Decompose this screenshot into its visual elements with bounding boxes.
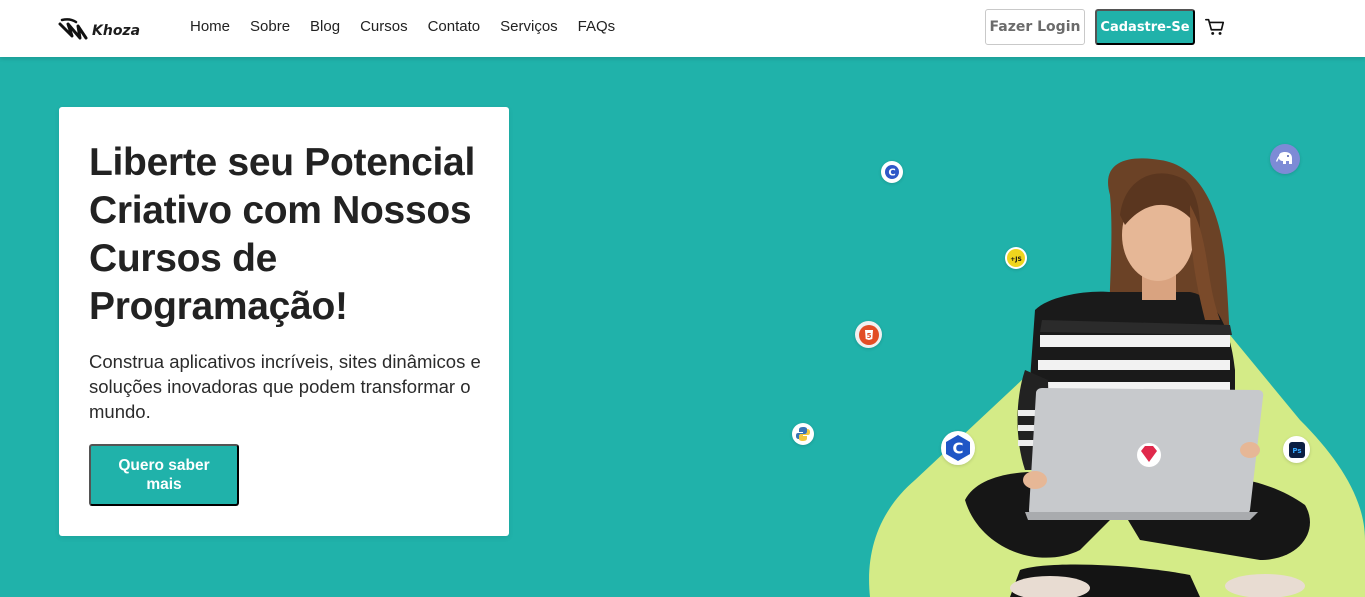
c-icon: C bbox=[881, 161, 903, 183]
signup-button[interactable]: Cadastre-Se bbox=[1095, 9, 1195, 45]
nav-cursos[interactable]: Cursos bbox=[360, 18, 408, 35]
svg-text:C: C bbox=[888, 168, 895, 179]
nav-blog[interactable]: Blog bbox=[310, 18, 340, 35]
svg-text:5: 5 bbox=[866, 332, 871, 340]
nav-home[interactable]: Home bbox=[190, 18, 230, 35]
html5-icon: 5 bbox=[855, 321, 882, 348]
cta-button[interactable]: Quero saber mais bbox=[89, 444, 239, 506]
khoza-logo-icon bbox=[58, 18, 88, 40]
cart-icon[interactable] bbox=[1204, 16, 1226, 38]
svg-text:+JS: +JS bbox=[1010, 256, 1022, 263]
nav-contato[interactable]: Contato bbox=[428, 18, 481, 35]
hero-subtitle: Construa aplicativos incríveis, sites di… bbox=[89, 351, 481, 422]
hero-illustration: C +JS 5 C Ps bbox=[780, 120, 1365, 597]
python-icon bbox=[792, 423, 814, 445]
photoshop-icon: Ps bbox=[1283, 436, 1310, 463]
c-large-icon: C bbox=[941, 431, 975, 465]
nav-servicos[interactable]: Serviços bbox=[500, 18, 558, 35]
brand-logo[interactable]: Khoza bbox=[58, 16, 140, 42]
login-button[interactable]: Fazer Login bbox=[985, 9, 1085, 45]
svg-text:Ps: Ps bbox=[1292, 447, 1301, 455]
nav-faqs[interactable]: FAQs bbox=[578, 18, 616, 35]
student-with-laptop-illustration bbox=[869, 158, 1365, 597]
nav-sobre[interactable]: Sobre bbox=[250, 18, 290, 35]
hero-title: Liberte seu Potencial Criativo com Nosso… bbox=[89, 141, 475, 328]
hero-card: Liberte seu Potencial Criativo com Nosso… bbox=[59, 107, 509, 536]
main-nav: Home Sobre Blog Cursos Contato Serviços … bbox=[190, 18, 615, 35]
php-elephant-icon bbox=[1270, 144, 1300, 174]
brand-name: Khoza bbox=[92, 22, 141, 39]
navbar: Khoza Home Sobre Blog Cursos Contato Ser… bbox=[0, 0, 1365, 57]
javascript-icon: +JS bbox=[1005, 247, 1027, 269]
svg-text:C: C bbox=[952, 440, 963, 458]
